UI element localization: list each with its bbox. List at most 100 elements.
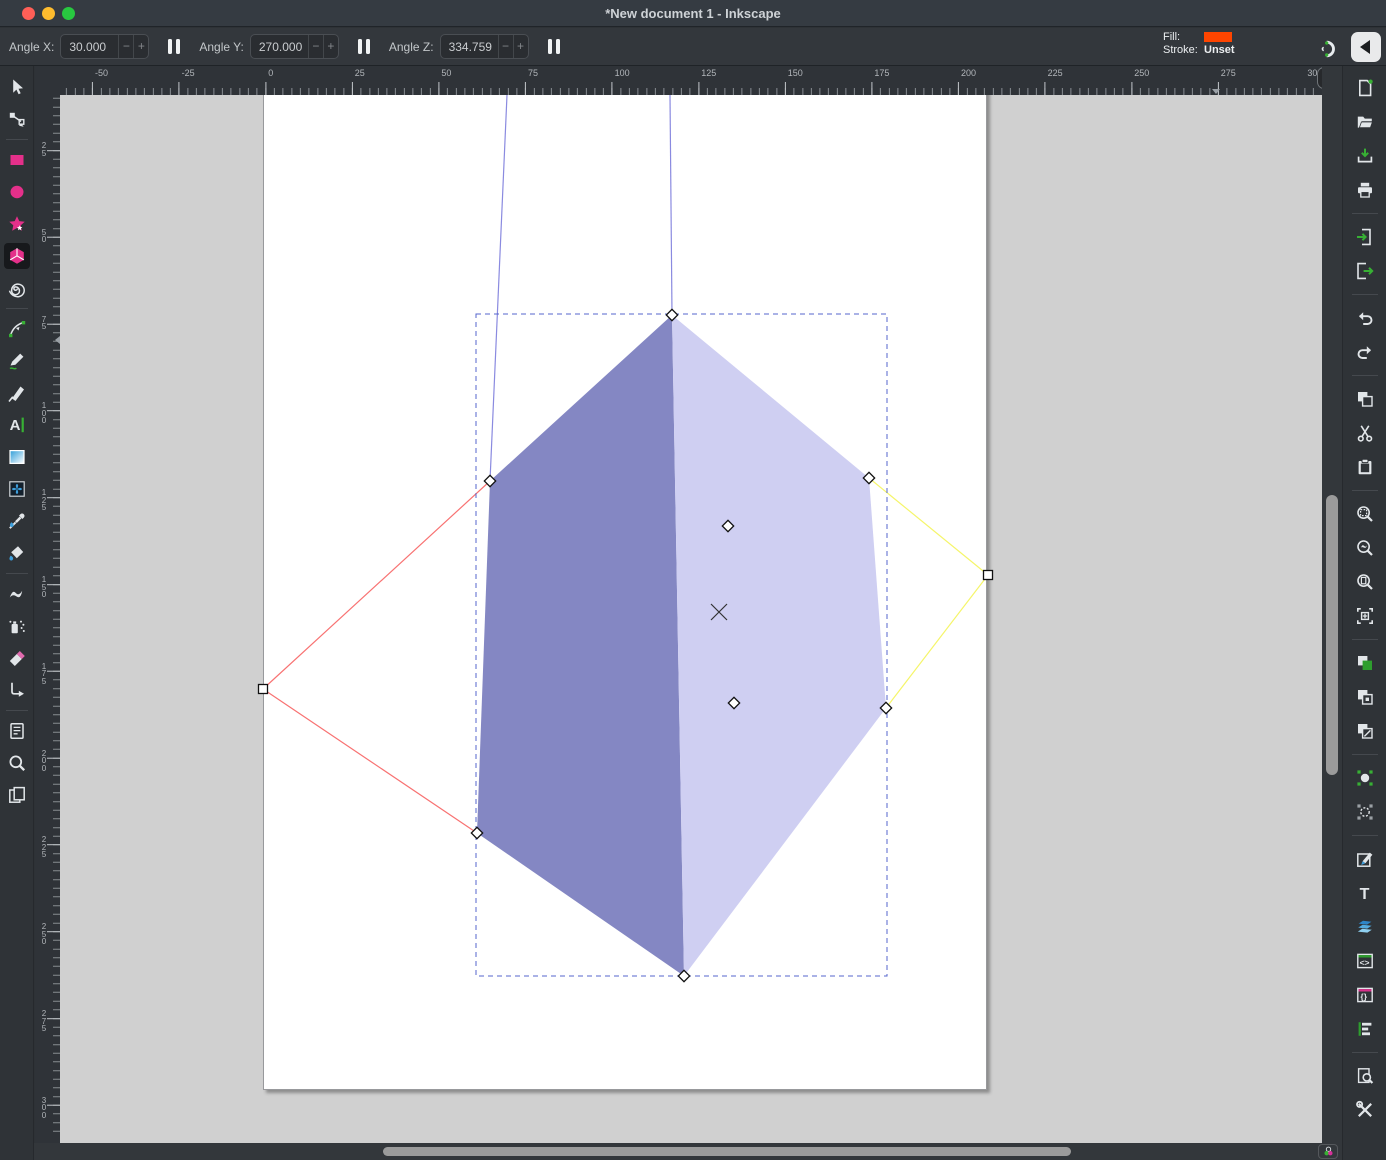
xml-editor-button[interactable]: <> <box>1353 949 1377 973</box>
stroke-value[interactable]: Unset <box>1204 44 1235 56</box>
import-icon <box>1355 227 1375 247</box>
vanishing-point-handle[interactable] <box>984 571 993 580</box>
ruler-label: 3 0 0 <box>38 1097 50 1120</box>
toolbar-separator <box>1352 835 1378 836</box>
center-page-icon <box>1355 606 1375 626</box>
canvas[interactable] <box>60 95 1322 1143</box>
angle-x-decrement-button[interactable]: − <box>118 35 133 58</box>
cut-button[interactable] <box>1353 421 1377 445</box>
zoom-tool[interactable] <box>4 750 30 776</box>
horizontal-scrollbar-thumb[interactable] <box>383 1147 1071 1156</box>
spiral-tool[interactable] <box>4 275 30 301</box>
toolbar-separator <box>1352 1052 1378 1053</box>
vertical-scrollbar-thumb[interactable] <box>1326 495 1338 775</box>
box3d-left-face[interactable] <box>477 315 684 976</box>
pen-tool[interactable] <box>4 316 30 342</box>
zoom-page-button[interactable] <box>1353 570 1377 594</box>
preferences-button[interactable] <box>1353 1098 1377 1122</box>
angle-z-increment-button[interactable]: + <box>513 35 528 58</box>
export-icon <box>1355 261 1375 281</box>
ruler-label: 7 5 <box>38 316 50 331</box>
selectors-dialog-button[interactable]: {} <box>1353 983 1377 1007</box>
clone-button[interactable] <box>1353 685 1377 709</box>
angle-y-decrement-button[interactable]: − <box>308 35 323 58</box>
vertical-scrollbar[interactable] <box>1322 66 1342 1143</box>
ungroup-button[interactable] <box>1353 800 1377 824</box>
calligraphy-tool[interactable] <box>4 380 30 406</box>
horizontal-ruler[interactable]: -50-250255075100125150175200225250275300 <box>60 66 1322 95</box>
pencil-tool[interactable] <box>4 348 30 374</box>
paste-icon <box>1355 457 1375 477</box>
ruler-ticks <box>60 82 1322 95</box>
ruler-label: 250 <box>1134 68 1149 78</box>
snapbar-collapse-button[interactable] <box>1351 32 1381 62</box>
unlink-clone-icon <box>1355 721 1375 741</box>
vp-x-parallel-toggle[interactable] <box>166 39 182 54</box>
paint-bucket-tool[interactable] <box>4 540 30 566</box>
zoom-selection-button[interactable] <box>1353 502 1377 526</box>
rectangle-tool[interactable] <box>4 147 30 173</box>
fill-swatch[interactable] <box>1204 32 1232 42</box>
angle-z-decrement-button[interactable]: − <box>498 35 513 58</box>
mesh-gradient-tool[interactable] <box>4 476 30 502</box>
angle-y-input[interactable]: 270.000 − + <box>250 34 339 59</box>
text-dialog-button[interactable]: T <box>1353 881 1377 905</box>
angle-x-input[interactable]: 30.000 − + <box>60 34 149 59</box>
new-document-button[interactable] <box>1353 76 1377 100</box>
text-tool[interactable]: A <box>4 412 30 438</box>
gradient-tool[interactable] <box>4 444 30 470</box>
toolbar-separator <box>1352 213 1378 214</box>
angle-z-input[interactable]: 334.759 − + <box>440 34 529 59</box>
find-replace-button[interactable] <box>1353 1064 1377 1088</box>
dropper-tool[interactable] <box>4 508 30 534</box>
connector-tool[interactable] <box>4 677 30 703</box>
print-button[interactable] <box>1353 178 1377 202</box>
unlink-clone-button[interactable] <box>1353 719 1377 743</box>
node-editor-tool[interactable] <box>4 106 30 132</box>
export-button[interactable] <box>1353 259 1377 283</box>
vp-y-parallel-toggle[interactable] <box>356 39 372 54</box>
ruler-label: 1 2 5 <box>38 489 50 512</box>
angle-x-increment-button[interactable]: + <box>133 35 148 58</box>
ruler-label: 1 5 0 <box>38 576 50 599</box>
snap-toggle-button[interactable] <box>1315 36 1341 62</box>
center-page-button[interactable] <box>1353 604 1377 628</box>
cut-icon <box>1355 423 1375 443</box>
group-button[interactable] <box>1353 766 1377 790</box>
paste-button[interactable] <box>1353 455 1377 479</box>
box-3d-tool[interactable] <box>4 243 30 269</box>
ruler-label: 150 <box>788 68 803 78</box>
import-button[interactable] <box>1353 225 1377 249</box>
preferences-icon <box>1355 1100 1375 1120</box>
zoom-drawing-button[interactable] <box>1353 536 1377 560</box>
color-managed-view-button[interactable] <box>1318 1144 1338 1159</box>
layers-dialog-button[interactable] <box>1353 915 1377 939</box>
eraser-tool[interactable] <box>4 645 30 671</box>
star-tool[interactable] <box>4 211 30 237</box>
vertical-ruler[interactable]: 2 55 07 51 0 01 2 51 5 01 7 52 0 02 2 52… <box>35 66 60 1143</box>
horizontal-scrollbar[interactable] <box>34 1143 1342 1160</box>
fill-stroke-dialog-button[interactable] <box>1353 847 1377 871</box>
redo-button[interactable] <box>1353 340 1377 364</box>
tweak-tool[interactable] <box>4 581 30 607</box>
angle-y-increment-button[interactable]: + <box>323 35 338 58</box>
duplicate-button[interactable] <box>1353 651 1377 675</box>
open-button[interactable] <box>1353 110 1377 134</box>
ellipse-tool[interactable] <box>4 179 30 205</box>
svg-text:<>: <> <box>1359 958 1369 968</box>
save-button[interactable] <box>1353 144 1377 168</box>
save-icon <box>1355 146 1375 166</box>
toolbar-separator <box>6 573 28 574</box>
selector-tool[interactable] <box>4 74 30 100</box>
measure-tool[interactable] <box>4 718 30 744</box>
vanishing-point-handle[interactable] <box>259 685 268 694</box>
undo-button[interactable] <box>1353 306 1377 330</box>
align-distribute-button[interactable] <box>1353 1017 1377 1041</box>
copy-button[interactable] <box>1353 387 1377 411</box>
vp-z-parallel-toggle[interactable] <box>546 39 562 54</box>
svg-text:T: T <box>1359 886 1369 903</box>
spray-tool[interactable] <box>4 613 30 639</box>
pages-tool[interactable] <box>4 782 30 808</box>
toolbar-separator <box>1352 375 1378 376</box>
box3d-right-face[interactable] <box>672 315 886 976</box>
